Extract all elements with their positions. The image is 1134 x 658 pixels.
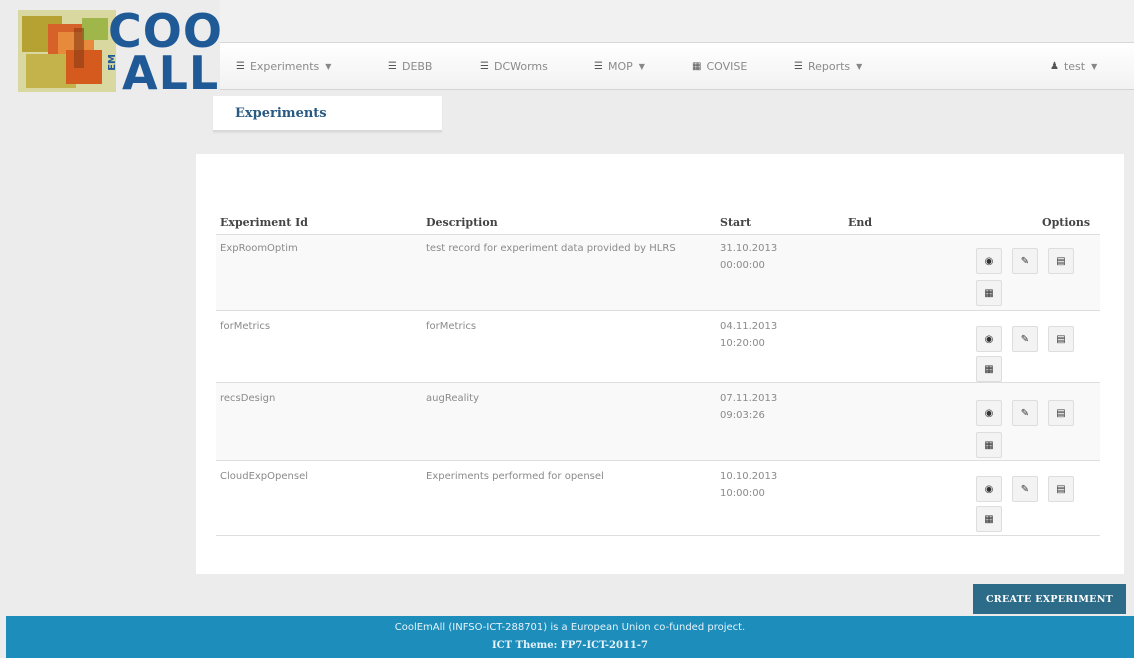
edit-button[interactable]: ✎ [1012, 476, 1038, 502]
table-row: forMetrics forMetrics 04.11.2013 10:20:0… [216, 310, 1100, 383]
nav-covise[interactable]: ▦ COVISE [692, 43, 747, 89]
nav-mop[interactable]: ☰ MOP ▼ [594, 43, 645, 89]
view-button[interactable]: ◉ [976, 248, 1002, 274]
experiment-description: test record for experiment data provided… [426, 243, 676, 254]
experiment-id[interactable]: ExpRoomOptim [220, 240, 298, 257]
experiment-start-time: 00:00:00 [720, 260, 765, 271]
header-start: Start [720, 216, 752, 229]
nav-covise-label: COVISE [706, 59, 748, 73]
nav-dcworms-label: DCWorms [493, 59, 548, 73]
trash-icon: ▤ [1056, 255, 1066, 267]
eye-icon: ◉ [984, 483, 994, 495]
header-description: Description [426, 216, 498, 229]
nav-debb[interactable]: ☰ DEBB [388, 43, 432, 89]
eye-icon: ◉ [984, 255, 994, 267]
report-button[interactable]: ▦ [976, 356, 1002, 382]
caret-down-icon: ▼ [638, 61, 645, 71]
caret-down-icon: ▼ [856, 61, 863, 71]
create-experiment-button[interactable]: CREATE EXPERIMENT [973, 584, 1126, 614]
edit-icon: ✎ [1020, 333, 1030, 345]
caret-down-icon: ▼ [1091, 61, 1098, 71]
trash-icon: ▤ [1056, 333, 1066, 345]
table-row: CloudExpOpensel Experiments performed fo… [216, 460, 1100, 536]
nav-user-menu[interactable]: ♟ test ▼ [1050, 43, 1097, 89]
document-icon: ▦ [984, 287, 994, 299]
table-row: recsDesign augReality 07.11.2013 09:03:2… [216, 382, 1100, 461]
report-button[interactable]: ▦ [976, 506, 1002, 532]
experiment-start-time: 09:03:26 [720, 410, 765, 421]
edit-icon: ✎ [1020, 483, 1030, 495]
list-icon: ☰ [794, 60, 803, 72]
footer-theme-text: ICT Theme: FP7-ICT-2011-7 [492, 640, 648, 651]
experiment-start-date: 10.10.2013 [720, 471, 778, 482]
footer: CoolEmAll (INFSO-ICT-288701) is a Europe… [6, 616, 1134, 658]
experiment-start-time: 10:20:00 [720, 338, 765, 349]
table-row: ExpRoomOptim test record for experiment … [216, 234, 1100, 311]
caret-down-icon: ▼ [325, 61, 332, 71]
edit-button[interactable]: ✎ [1012, 326, 1038, 352]
eye-icon: ◉ [984, 333, 994, 345]
nav-reports-label: Reports [807, 59, 851, 73]
nav-experiments[interactable]: ☰ Experiments ▼ [236, 43, 331, 89]
logo-text-all: ALL [122, 46, 220, 100]
list-icon: ☰ [388, 60, 397, 72]
nav-reports[interactable]: ☰ Reports ▼ [794, 43, 862, 89]
delete-button[interactable]: ▤ [1048, 248, 1074, 274]
edit-button[interactable]: ✎ [1012, 248, 1038, 274]
edit-button[interactable]: ✎ [1012, 400, 1038, 426]
experiment-start-date: 07.11.2013 [720, 393, 778, 404]
header-options: Options [1042, 216, 1091, 229]
view-button[interactable]: ◉ [976, 476, 1002, 502]
experiment-start-time: 10:00:00 [720, 488, 765, 499]
experiment-description: augReality [426, 393, 479, 404]
experiment-id[interactable]: recsDesign [220, 390, 275, 407]
grid-icon: ▦ [692, 60, 702, 72]
trash-icon: ▤ [1056, 483, 1066, 495]
nav-experiments-label: Experiments [249, 59, 320, 73]
experiment-start-date: 31.10.2013 [720, 243, 778, 254]
nav-user-label: test [1063, 59, 1086, 73]
logo-graphic [18, 10, 116, 92]
edit-icon: ✎ [1020, 255, 1030, 267]
trash-icon: ▤ [1056, 407, 1066, 419]
nav-mop-label: MOP [607, 59, 633, 73]
nav-dcworms[interactable]: ☰ DCWorms [480, 43, 548, 89]
report-button[interactable]: ▦ [976, 280, 1002, 306]
user-icon: ♟ [1050, 60, 1059, 72]
view-button[interactable]: ◉ [976, 400, 1002, 426]
list-icon: ☰ [480, 60, 489, 72]
breadcrumb-label: Experiments [235, 106, 327, 121]
eye-icon: ◉ [984, 407, 994, 419]
experiment-id[interactable]: CloudExpOpensel [220, 468, 308, 485]
list-icon: ☰ [236, 60, 245, 72]
breadcrumb: Experiments [213, 96, 442, 132]
header-strip [220, 0, 1134, 42]
coolemall-logo[interactable]: COOL EM ALL [18, 4, 252, 100]
experiments-panel: Experiment Id Description Start End Opti… [196, 154, 1124, 574]
header-experiment-id: Experiment Id [220, 216, 308, 229]
edit-icon: ✎ [1020, 407, 1030, 419]
experiment-description: Experiments performed for opensel [426, 471, 604, 482]
nav-debb-label: DEBB [401, 59, 433, 73]
footer-funding-text: CoolEmAll (INFSO-ICT-288701) is a Europe… [394, 622, 746, 633]
header-end: End [848, 216, 873, 229]
delete-button[interactable]: ▤ [1048, 400, 1074, 426]
navbar: ☰ Experiments ▼ ☰ DEBB ☰ DCWorms ☰ MOP ▼… [220, 42, 1134, 90]
experiment-description: forMetrics [426, 321, 477, 332]
report-button[interactable]: ▦ [976, 432, 1002, 458]
document-icon: ▦ [984, 513, 994, 525]
delete-button[interactable]: ▤ [1048, 326, 1074, 352]
delete-button[interactable]: ▤ [1048, 476, 1074, 502]
list-icon: ☰ [594, 60, 603, 72]
view-button[interactable]: ◉ [976, 326, 1002, 352]
document-icon: ▦ [984, 439, 994, 451]
experiment-start-date: 04.11.2013 [720, 321, 778, 332]
logo-text-em: EM [107, 54, 118, 71]
document-icon: ▦ [984, 363, 994, 375]
experiment-id[interactable]: forMetrics [220, 318, 270, 335]
